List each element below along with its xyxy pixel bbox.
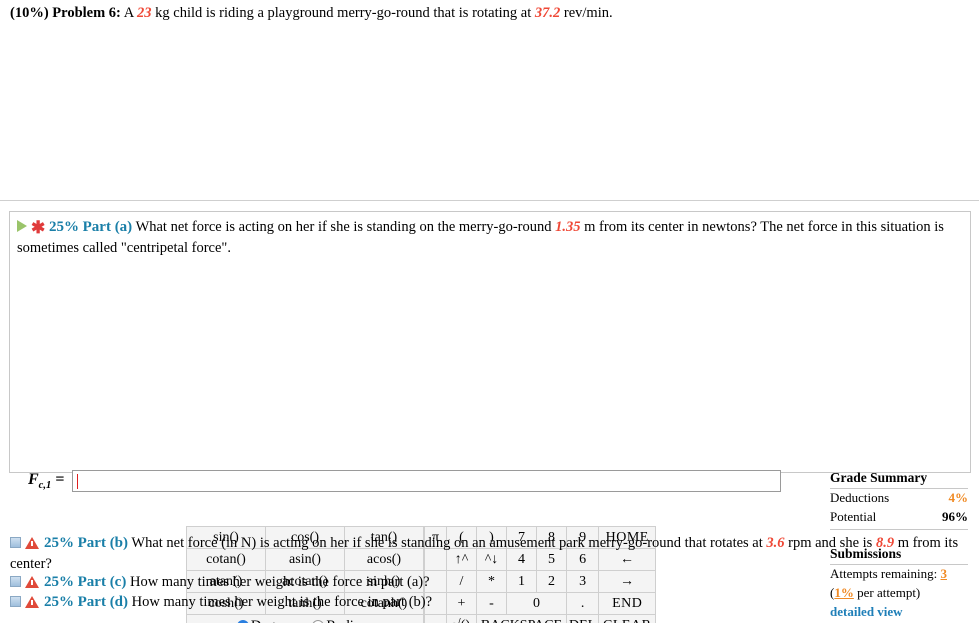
answer-label-subscript: c,1: [38, 480, 52, 492]
part-d-name: Part (d): [77, 594, 129, 610]
grade-rule-2: [830, 528, 968, 530]
angle-mode-row: Degrees Radians: [186, 614, 424, 623]
part-d-row[interactable]: 25% Part (d) How many times her weight i…: [10, 592, 970, 613]
checkbox-square-icon[interactable]: [10, 576, 21, 587]
deductions-value: 4%: [948, 490, 969, 505]
play-triangle-icon[interactable]: [17, 220, 27, 232]
deductions-row: Deductions 4%: [830, 489, 968, 508]
text-caret: [77, 474, 79, 489]
part-a-radius-value: 1.35: [555, 219, 581, 235]
part-a-panel: ✱ 25% Part (a) What net force is acting o…: [9, 211, 971, 623]
problem-rev-value: 37.2: [534, 5, 561, 21]
part-c-weight: 25%: [44, 574, 74, 590]
part-b-dist-value: 8.9: [875, 535, 895, 551]
problem-text-1: A: [123, 5, 138, 21]
radio-degrees-label: Degrees: [251, 618, 299, 623]
part-c-name: Part (c): [77, 574, 127, 590]
part-c-text-1: How many times her weight is the force i…: [129, 574, 430, 590]
problem-text-3: rev/min.: [560, 5, 613, 21]
answer-input[interactable]: [72, 470, 782, 492]
angle-mode-options: Degrees Radians: [236, 618, 373, 623]
red-asterisk-icon: ✱: [31, 218, 46, 237]
key-sqrt[interactable]: √(): [446, 614, 477, 623]
problem-mass-value: 23: [137, 5, 152, 21]
checkbox-square-icon[interactable]: [10, 537, 21, 548]
potential-value: 96%: [942, 508, 968, 524]
problem-label: Problem 6:: [52, 5, 121, 21]
potential-row: Potential 96%: [830, 508, 968, 527]
part-b-weight: 25%: [44, 535, 74, 551]
part-a-name: Part (a): [82, 219, 133, 235]
part-a-text-1: What net force is acting on her if she i…: [135, 219, 556, 235]
problem-weight: (10%): [10, 5, 49, 21]
part-b-row[interactable]: 25% Part (b) What net force (in N) is ac…: [10, 533, 970, 574]
warning-triangle-icon: [25, 596, 39, 608]
answer-label: Fc,1 =: [28, 471, 64, 491]
warning-triangle-icon: [25, 537, 39, 549]
part-d-text-1: How many times her weight is the force i…: [131, 594, 433, 610]
checkbox-square-icon[interactable]: [10, 596, 21, 607]
problem-text-2: kg child is riding a playground merry-go…: [151, 5, 535, 21]
part-d-weight: 25%: [44, 594, 74, 610]
key-blank-4: [424, 614, 447, 623]
part-a-weight: 25%: [49, 219, 79, 235]
answer-label-base: F: [28, 470, 39, 488]
key-backspace: BACKSPACE: [476, 614, 567, 623]
key-clear: CLEAR: [598, 614, 657, 623]
deductions-label: Deductions: [830, 490, 890, 505]
part-b-text-2: rpm and she is: [784, 535, 876, 551]
problem-statement: (10%) Problem 6: A 23 kg child is riding…: [10, 4, 970, 24]
part-b-text-1: What net force (in N) is acting on her i…: [131, 535, 767, 551]
homework-page: (10%) Problem 6: A 23 kg child is riding…: [0, 0, 979, 623]
grade-summary-title: Grade Summary: [830, 470, 928, 485]
warning-triangle-icon: [25, 576, 39, 588]
radio-radians-label: Radians: [326, 618, 373, 623]
answer-row: Fc,1 =: [28, 470, 782, 492]
angle-mode-cell: Degrees Radians: [186, 614, 424, 623]
key-del: DEL: [565, 614, 600, 623]
potential-label: Potential: [830, 508, 877, 524]
keypad-row: √() BACKSPACE DEL CLEAR: [424, 614, 657, 623]
answer-equals: =: [55, 470, 65, 488]
part-b-name: Part (b): [77, 535, 129, 551]
section-divider: [0, 200, 979, 201]
part-b-rpm-value: 3.6: [766, 535, 785, 551]
part-a-header: ✱ 25% Part (a) What net force is acting o…: [17, 217, 947, 258]
part-c-row[interactable]: 25% Part (c) How many times her weight i…: [10, 572, 970, 593]
